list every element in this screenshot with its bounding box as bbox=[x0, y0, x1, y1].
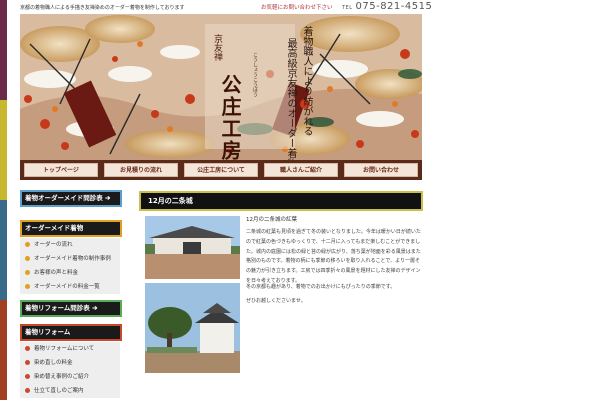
post-paragraph: 二条城の紅葉も見頃を過ぎて冬の装いとなりました。今年は暖かい日が続いたので紅葉の… bbox=[246, 229, 421, 284]
sidebar-item-label: 仕立て直しのご案内 bbox=[34, 388, 84, 394]
sidebar-item[interactable]: 仕立て直しのご案内 bbox=[20, 384, 120, 398]
bullet-icon bbox=[25, 388, 30, 393]
sidebar-item[interactable]: 着物リフォームについて bbox=[20, 342, 120, 356]
sidebar-list-order: オーダーの流れ オーダーメイド着物の制作事例 お客様の声と料金 オーダーメイドの… bbox=[20, 238, 120, 294]
sidebar-item[interactable]: お客様の声と料金 bbox=[20, 266, 120, 280]
bullet-icon bbox=[25, 360, 30, 365]
reform-questionnaire-button[interactable]: 着物リフォーム問診表 ➔ bbox=[20, 300, 122, 317]
nav-item-estimate-flow[interactable]: お見積りの流れ bbox=[104, 163, 178, 177]
stripe-segment bbox=[0, 100, 7, 200]
bullet-icon bbox=[25, 374, 30, 379]
order-questionnaire-button[interactable]: 着物オーダーメイド問診表 ➔ bbox=[20, 190, 122, 207]
site-tagline: 京都の着物職人による手描き友禅染めのオーダー着物を制作しております bbox=[20, 5, 185, 11]
nav-item-about[interactable]: 公庄工房について bbox=[184, 163, 258, 177]
logo-title[interactable]: 公庄工房 bbox=[216, 74, 245, 160]
logo-subtitle: 京友禅 bbox=[212, 34, 222, 61]
phone-number[interactable]: TEL 075-821-4515 bbox=[342, 1, 432, 12]
sidebar-item-label: 着物リフォームについて bbox=[34, 346, 95, 352]
bullet-icon bbox=[25, 346, 30, 351]
post-title: 12月の二条城の紅葉 bbox=[246, 217, 297, 223]
bullet-icon bbox=[25, 284, 30, 289]
photo-castle-tower bbox=[145, 283, 240, 373]
sidebar-item[interactable]: 染め替え事例のご紹介 bbox=[20, 370, 120, 384]
hero-banner: 京友禅 こうしょうこうぼう 公庄工房 着物職人により紡がれる 最高級京友禅のオー… bbox=[20, 14, 422, 160]
phone-value: 075-821-4515 bbox=[355, 1, 433, 12]
catchphrase-line2: 最高級京友禅のオーダー着物 bbox=[285, 38, 296, 160]
top-bar: 京都の着物職人による手描き友禅染めのオーダー着物を制作しております お気軽にお問… bbox=[20, 0, 432, 14]
sidebar-item[interactable]: オーダーメイド着物の制作事例 bbox=[20, 252, 120, 266]
tel-prefix: TEL bbox=[342, 5, 353, 11]
section-header: 12月の二条城 bbox=[139, 191, 423, 211]
nav-item-contact[interactable]: お問い合わせ bbox=[344, 163, 418, 177]
sidebar-item-label: オーダーメイドの料金一覧 bbox=[34, 284, 100, 290]
sidebar-item[interactable]: 染め直しの料金 bbox=[20, 356, 120, 370]
castle-tower-image bbox=[145, 283, 240, 373]
contact-link[interactable]: お気軽にお問い合わせ下さい bbox=[261, 3, 333, 11]
main-navigation: トップページ お見積りの流れ 公庄工房について 職人さんご紹介 お問い合わせ bbox=[20, 160, 422, 180]
nav-item-craftsmen[interactable]: 職人さんご紹介 bbox=[264, 163, 338, 177]
bullet-icon bbox=[25, 242, 30, 247]
sidebar-section-title-order: オーダーメイド着物 bbox=[20, 220, 122, 237]
castle-gate-image bbox=[145, 216, 240, 279]
sidebar-item-label: オーダーメイド着物の制作事例 bbox=[34, 256, 111, 262]
stripe-segment bbox=[0, 0, 7, 100]
sidebar-item-label: 染め替え事例のご紹介 bbox=[34, 374, 90, 380]
stripe-segment bbox=[0, 200, 7, 300]
post-paragraph: 冬の京都も趣があり、着物でのお出かけにもぴったりの季節です。 bbox=[246, 284, 396, 290]
bullet-icon bbox=[25, 256, 30, 261]
logo-reading: こうしょうこうぼう bbox=[252, 52, 258, 97]
left-color-stripe bbox=[0, 0, 7, 400]
photo-castle-gate bbox=[145, 216, 240, 279]
nav-item-top[interactable]: トップページ bbox=[24, 163, 98, 177]
bullet-icon bbox=[25, 270, 30, 275]
post-paragraph: ぜひお越しくださいませ。 bbox=[246, 298, 306, 304]
sidebar-item-label: オーダーの流れ bbox=[34, 242, 73, 248]
stripe-segment bbox=[0, 300, 7, 400]
sidebar-item[interactable]: オーダーの流れ bbox=[20, 238, 120, 252]
sidebar-section-title-reform: 着物リフォーム bbox=[20, 324, 122, 341]
catchphrase-line1: 着物職人により紡がれる bbox=[301, 26, 312, 136]
sidebar-list-reform: 着物リフォームについて 染め直しの料金 染め替え事例のご紹介 仕立て直しのご案内 bbox=[20, 342, 120, 398]
sidebar-item[interactable]: オーダーメイドの料金一覧 bbox=[20, 280, 120, 294]
sidebar-item-label: 染め直しの料金 bbox=[34, 360, 73, 366]
sidebar-item-label: お客様の声と料金 bbox=[34, 270, 79, 276]
